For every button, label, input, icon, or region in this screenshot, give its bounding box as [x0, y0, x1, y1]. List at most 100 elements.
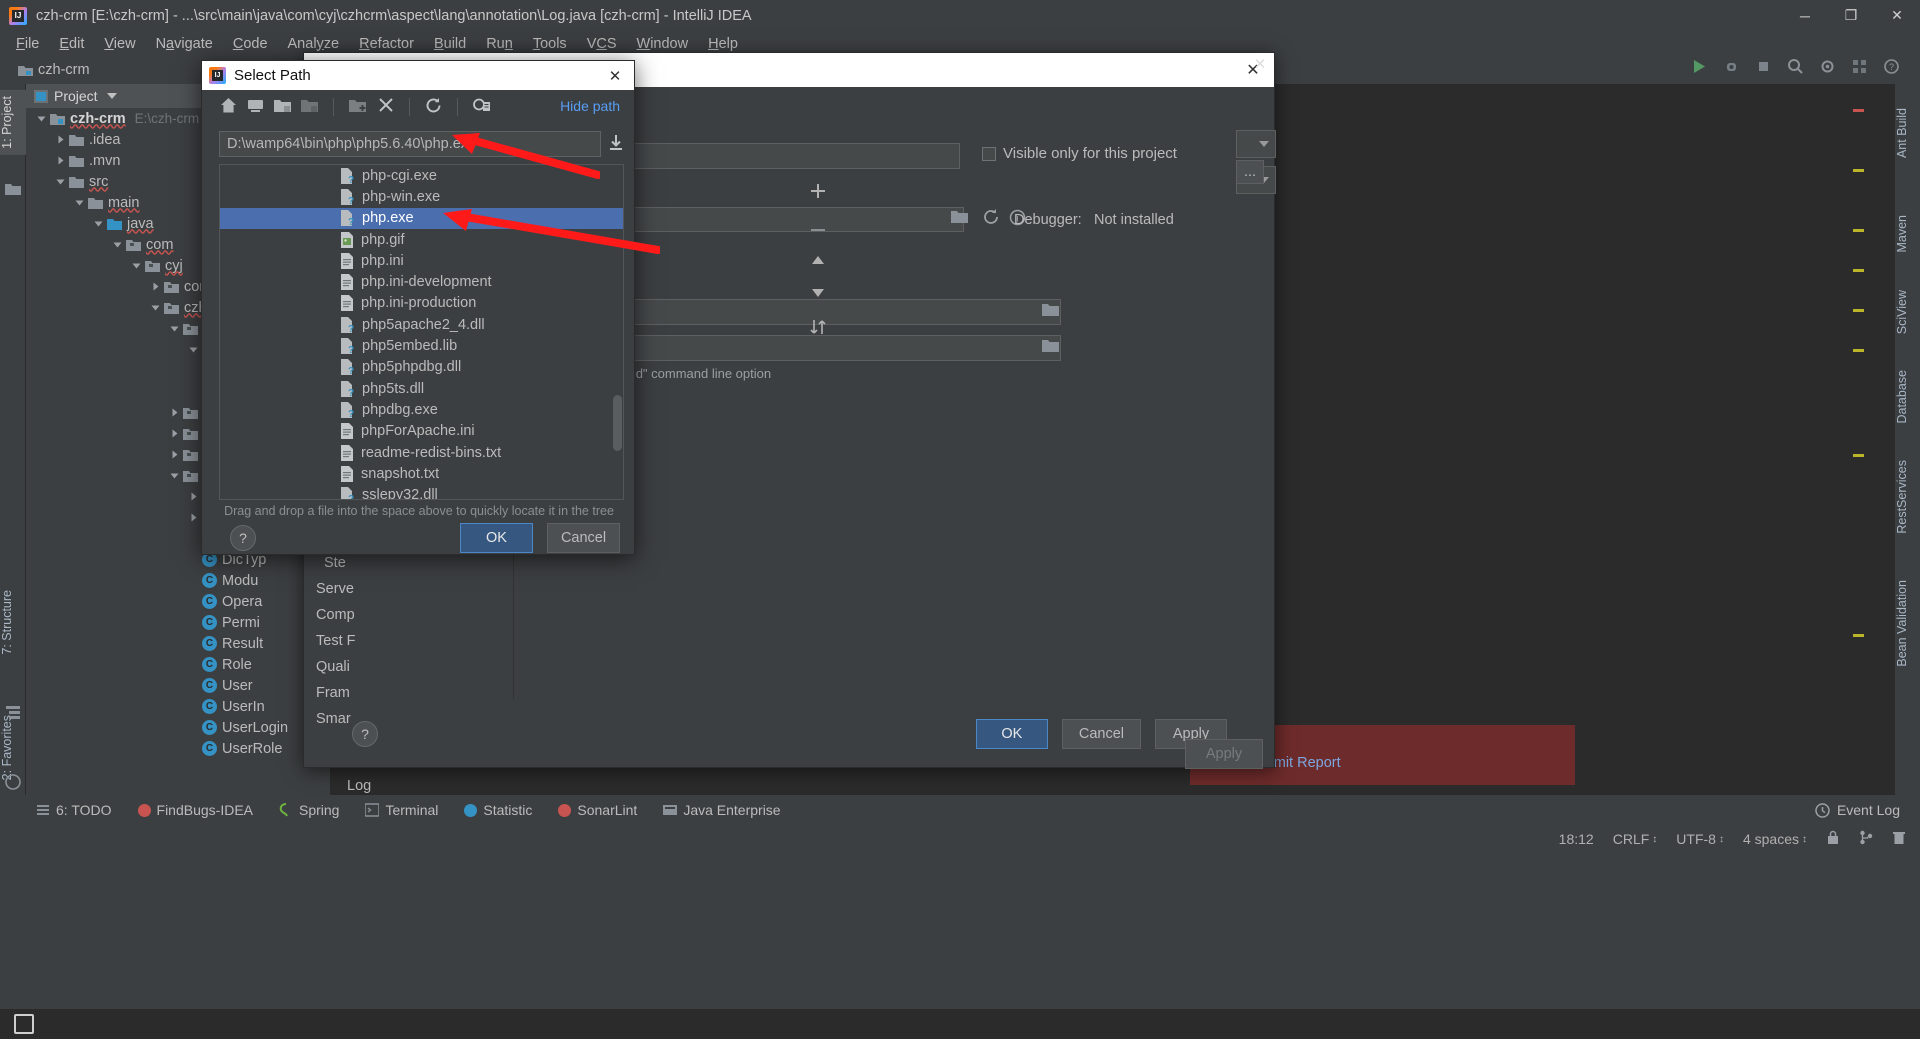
project-tree-row[interactable]: C UserIn: [26, 696, 330, 717]
file-list-item[interactable]: ? php5apache2_4.dll: [220, 314, 623, 335]
file-list-item[interactable]: ? php-cgi.exe: [220, 165, 623, 186]
settings-list-item-2[interactable]: Comp: [316, 607, 355, 623]
status-encoding[interactable]: UTF-8 ↕: [1676, 831, 1724, 847]
refresh-icon[interactable]: [425, 97, 442, 118]
outer-dialog-close-button[interactable]: ✕: [1248, 52, 1272, 76]
refresh-icon[interactable]: [983, 209, 1000, 229]
outer-apply-button[interactable]: Apply: [1185, 739, 1263, 769]
gutter-warning-mark[interactable]: [1853, 349, 1864, 352]
grid-icon[interactable]: [1851, 58, 1870, 77]
maximize-button[interactable]: ❐: [1828, 0, 1874, 31]
settings-ok-button[interactable]: OK: [975, 719, 1048, 749]
menu-run[interactable]: Run: [476, 34, 523, 54]
file-list-item[interactable]: snapshot.txt: [220, 463, 623, 484]
options-browse-icon[interactable]: [1042, 338, 1059, 357]
gutter-warning-mark[interactable]: [1853, 169, 1864, 172]
collapse-folder-icon[interactable]: [301, 98, 318, 117]
show-hidden-icon[interactable]: [473, 97, 491, 118]
menu-navigate[interactable]: Navigate: [146, 34, 223, 54]
settings-help-button[interactable]: ?: [352, 721, 378, 747]
gutter-warning-mark[interactable]: [1853, 634, 1864, 637]
path-input[interactable]: D:\wamp64\bin\php\php5.6.40\php.exe: [219, 131, 601, 157]
tool-tab-sciview[interactable]: SciView: [1895, 284, 1920, 340]
chevron-down-icon[interactable]: [106, 93, 117, 99]
project-tree-row[interactable]: C Permi: [26, 612, 330, 633]
run-icon[interactable]: [1691, 58, 1710, 77]
version-browse-icon[interactable]: [1042, 302, 1059, 321]
settings-list-item-1[interactable]: Serve: [316, 581, 354, 597]
tool-tab-database[interactable]: Database: [1895, 364, 1920, 430]
menu-build[interactable]: Build: [424, 34, 476, 54]
bottom-tab-spring[interactable]: Spring: [279, 802, 339, 818]
gutter-warning-mark[interactable]: [1853, 454, 1864, 457]
file-list-item[interactable]: ? php-win.exe: [220, 186, 623, 207]
menu-tools[interactable]: Tools: [523, 34, 577, 54]
menu-code[interactable]: Code: [223, 34, 278, 54]
file-list-item[interactable]: ? phpdbg.exe: [220, 399, 623, 420]
menu-refactor[interactable]: Refactor: [349, 34, 424, 54]
file-list-item[interactable]: ? php5ts.dll: [220, 378, 623, 399]
remove-icon[interactable]: [809, 220, 827, 237]
sort-icon[interactable]: [809, 319, 827, 339]
settings-gear-icon[interactable]: [1819, 58, 1838, 77]
file-list-item[interactable]: php.ini-development: [220, 271, 623, 292]
download-icon[interactable]: [608, 134, 624, 155]
gutter-warning-mark[interactable]: [1853, 229, 1864, 232]
gutter-warning-mark[interactable]: [1853, 269, 1864, 272]
file-list-item[interactable]: php.ini-production: [220, 293, 623, 314]
gutter-warning-mark[interactable]: [1853, 309, 1864, 312]
event-log-tab[interactable]: Event Log: [1815, 795, 1900, 825]
settings-list-item-3[interactable]: Test F: [316, 633, 355, 649]
project-tree-row[interactable]: C Opera: [26, 591, 330, 612]
settings-list-item-4[interactable]: Quali: [316, 659, 350, 675]
move-down-icon[interactable]: [809, 286, 827, 303]
new-folder-icon[interactable]: [349, 98, 368, 117]
project-tree-row[interactable]: C Role: [26, 654, 330, 675]
tool-tab-project[interactable]: 1: Project: [0, 90, 26, 155]
file-list-item[interactable]: ? php.exe: [220, 207, 623, 229]
hide-path-link[interactable]: Hide path: [560, 98, 620, 114]
file-list[interactable]: ? php-cgi.exe? php-win.exe? php.exe php.gif p…: [219, 164, 624, 500]
expand-folder-icon[interactable]: [274, 98, 291, 117]
interpreter-dropdown[interactable]: [1236, 130, 1276, 158]
visible-only-checkbox[interactable]: [982, 146, 996, 161]
settings-cancel-button[interactable]: Cancel: [1061, 719, 1141, 749]
search-everywhere-icon[interactable]: [1787, 58, 1806, 77]
project-tree-row[interactable]: C UserRole: [26, 738, 330, 759]
bottom-tab-sonarlint[interactable]: SonarLint: [558, 802, 637, 818]
outer-browse-button[interactable]: ...: [1236, 160, 1264, 184]
trash-icon[interactable]: [1892, 830, 1906, 848]
bottom-tab-terminal[interactable]: Terminal: [365, 802, 438, 818]
editor-tab-log[interactable]: Log: [347, 778, 371, 794]
delete-icon[interactable]: [378, 97, 394, 117]
file-list-item[interactable]: ? sslepy32.dll: [220, 484, 623, 499]
file-list-item[interactable]: phpForApache.ini: [220, 421, 623, 442]
menu-vcs[interactable]: VCS: [577, 34, 627, 54]
tool-tab-restservices[interactable]: RestServices: [1895, 454, 1920, 540]
select-path-cancel-button[interactable]: Cancel: [547, 522, 620, 553]
menu-analyze[interactable]: Analyze: [278, 34, 350, 54]
lock-icon[interactable]: [1826, 830, 1840, 848]
move-up-icon[interactable]: [809, 253, 827, 270]
desktop-icon[interactable]: [247, 97, 264, 118]
bottom-tab-todo[interactable]: 6: TODO: [36, 802, 112, 818]
file-list-item[interactable]: php.gif: [220, 229, 623, 250]
select-path-help-button[interactable]: ?: [230, 524, 256, 551]
gutter-error-mark[interactable]: [1853, 109, 1864, 112]
file-list-item[interactable]: readme-redist-bins.txt: [220, 442, 623, 463]
tool-tab-structure[interactable]: 7: Structure: [0, 584, 26, 661]
debug-icon[interactable]: [1723, 58, 1742, 77]
bottom-tab-findbugs[interactable]: FindBugs-IDEA: [137, 802, 253, 818]
menu-window[interactable]: Window: [627, 34, 699, 54]
help-icon[interactable]: ?: [1883, 58, 1902, 77]
menu-file[interactable]: File: [6, 34, 49, 54]
file-list-item[interactable]: ? php5phpdbg.dll: [220, 357, 623, 378]
file-list-item[interactable]: php.ini: [220, 250, 623, 271]
menu-help[interactable]: Help: [698, 34, 748, 54]
stop-icon[interactable]: [1755, 58, 1774, 77]
tool-tab-ant-build[interactable]: Ant Build: [1895, 102, 1920, 164]
select-path-close-button[interactable]: ✕: [603, 64, 627, 88]
menu-view[interactable]: View: [94, 34, 145, 54]
select-path-ok-button[interactable]: OK: [460, 522, 533, 553]
browse-folder-icon[interactable]: [951, 209, 968, 228]
